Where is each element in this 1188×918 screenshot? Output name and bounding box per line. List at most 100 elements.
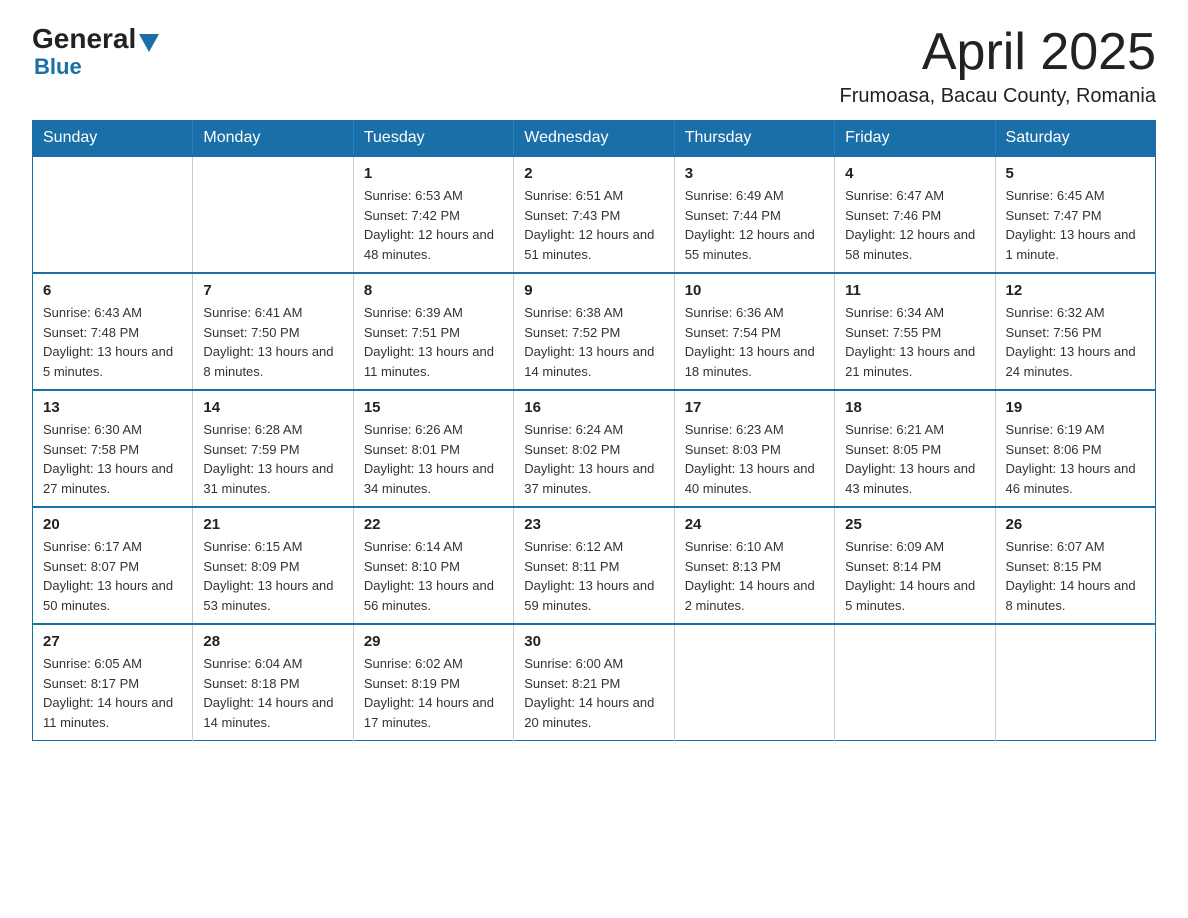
day-number: 12	[1006, 282, 1145, 299]
day-info: Sunrise: 6:41 AMSunset: 7:50 PMDaylight:…	[203, 303, 342, 381]
calendar-cell: 18 Sunrise: 6:21 AMSunset: 8:05 PMDayligh…	[835, 390, 995, 507]
day-info: Sunrise: 6:26 AMSunset: 8:01 PMDaylight:…	[364, 420, 503, 498]
calendar-cell	[674, 624, 834, 741]
calendar-cell: 1 Sunrise: 6:53 AMSunset: 7:42 PMDaylight…	[353, 156, 513, 273]
day-number: 2	[524, 165, 663, 182]
day-number: 22	[364, 516, 503, 533]
day-number: 8	[364, 282, 503, 299]
day-number: 29	[364, 633, 503, 650]
page-header: General Blue April 2025 Frumoasa, Bacau …	[32, 24, 1156, 108]
calendar-week-row: 1 Sunrise: 6:53 AMSunset: 7:42 PMDaylight…	[33, 156, 1156, 273]
day-info: Sunrise: 6:19 AMSunset: 8:06 PMDaylight:…	[1006, 420, 1145, 498]
calendar-header-monday: Monday	[193, 121, 353, 157]
day-info: Sunrise: 6:45 AMSunset: 7:47 PMDaylight:…	[1006, 186, 1145, 264]
day-info: Sunrise: 6:15 AMSunset: 8:09 PMDaylight:…	[203, 537, 342, 615]
day-number: 18	[845, 399, 984, 416]
day-info: Sunrise: 6:23 AMSunset: 8:03 PMDaylight:…	[685, 420, 824, 498]
calendar-cell: 2 Sunrise: 6:51 AMSunset: 7:43 PMDaylight…	[514, 156, 674, 273]
day-info: Sunrise: 6:47 AMSunset: 7:46 PMDaylight:…	[845, 186, 984, 264]
calendar-cell: 13 Sunrise: 6:30 AMSunset: 7:58 PMDayligh…	[33, 390, 193, 507]
day-info: Sunrise: 6:10 AMSunset: 8:13 PMDaylight:…	[685, 537, 824, 615]
day-info: Sunrise: 6:21 AMSunset: 8:05 PMDaylight:…	[845, 420, 984, 498]
calendar-cell: 10 Sunrise: 6:36 AMSunset: 7:54 PMDayligh…	[674, 273, 834, 390]
day-info: Sunrise: 6:49 AMSunset: 7:44 PMDaylight:…	[685, 186, 824, 264]
day-info: Sunrise: 6:04 AMSunset: 8:18 PMDaylight:…	[203, 654, 342, 732]
day-number: 5	[1006, 165, 1145, 182]
calendar-header-thursday: Thursday	[674, 121, 834, 157]
calendar-cell: 28 Sunrise: 6:04 AMSunset: 8:18 PMDayligh…	[193, 624, 353, 741]
day-info: Sunrise: 6:30 AMSunset: 7:58 PMDaylight:…	[43, 420, 182, 498]
day-info: Sunrise: 6:51 AMSunset: 7:43 PMDaylight:…	[524, 186, 663, 264]
calendar-cell: 21 Sunrise: 6:15 AMSunset: 8:09 PMDayligh…	[193, 507, 353, 624]
day-info: Sunrise: 6:36 AMSunset: 7:54 PMDaylight:…	[685, 303, 824, 381]
day-number: 9	[524, 282, 663, 299]
day-info: Sunrise: 6:38 AMSunset: 7:52 PMDaylight:…	[524, 303, 663, 381]
day-number: 28	[203, 633, 342, 650]
calendar-cell: 5 Sunrise: 6:45 AMSunset: 7:47 PMDaylight…	[995, 156, 1155, 273]
day-number: 23	[524, 516, 663, 533]
calendar-table: SundayMondayTuesdayWednesdayThursdayFrid…	[32, 120, 1156, 741]
day-info: Sunrise: 6:39 AMSunset: 7:51 PMDaylight:…	[364, 303, 503, 381]
day-number: 1	[364, 165, 503, 182]
day-number: 6	[43, 282, 182, 299]
day-number: 3	[685, 165, 824, 182]
location-subtitle: Frumoasa, Bacau County, Romania	[840, 85, 1156, 108]
day-info: Sunrise: 6:12 AMSunset: 8:11 PMDaylight:…	[524, 537, 663, 615]
calendar-header-row: SundayMondayTuesdayWednesdayThursdayFrid…	[33, 121, 1156, 157]
day-number: 15	[364, 399, 503, 416]
day-info: Sunrise: 6:53 AMSunset: 7:42 PMDaylight:…	[364, 186, 503, 264]
calendar-cell: 15 Sunrise: 6:26 AMSunset: 8:01 PMDayligh…	[353, 390, 513, 507]
calendar-header-wednesday: Wednesday	[514, 121, 674, 157]
calendar-header-saturday: Saturday	[995, 121, 1155, 157]
day-info: Sunrise: 6:24 AMSunset: 8:02 PMDaylight:…	[524, 420, 663, 498]
day-info: Sunrise: 6:07 AMSunset: 8:15 PMDaylight:…	[1006, 537, 1145, 615]
calendar-cell: 17 Sunrise: 6:23 AMSunset: 8:03 PMDayligh…	[674, 390, 834, 507]
calendar-cell: 29 Sunrise: 6:02 AMSunset: 8:19 PMDayligh…	[353, 624, 513, 741]
day-info: Sunrise: 6:05 AMSunset: 8:17 PMDaylight:…	[43, 654, 182, 732]
day-info: Sunrise: 6:32 AMSunset: 7:56 PMDaylight:…	[1006, 303, 1145, 381]
day-number: 14	[203, 399, 342, 416]
day-number: 7	[203, 282, 342, 299]
day-number: 26	[1006, 516, 1145, 533]
day-number: 13	[43, 399, 182, 416]
calendar-week-row: 6 Sunrise: 6:43 AMSunset: 7:48 PMDaylight…	[33, 273, 1156, 390]
day-number: 4	[845, 165, 984, 182]
calendar-cell: 4 Sunrise: 6:47 AMSunset: 7:46 PMDaylight…	[835, 156, 995, 273]
calendar-cell: 14 Sunrise: 6:28 AMSunset: 7:59 PMDayligh…	[193, 390, 353, 507]
calendar-cell: 30 Sunrise: 6:00 AMSunset: 8:21 PMDayligh…	[514, 624, 674, 741]
day-info: Sunrise: 6:14 AMSunset: 8:10 PMDaylight:…	[364, 537, 503, 615]
day-number: 21	[203, 516, 342, 533]
month-year-title: April 2025	[840, 24, 1156, 81]
logo-arrow-icon	[139, 34, 159, 52]
calendar-week-row: 27Sunrise: 6:05 AMSunset: 8:17 PMDayligh…	[33, 624, 1156, 741]
calendar-header-friday: Friday	[835, 121, 995, 157]
day-number: 19	[1006, 399, 1145, 416]
calendar-cell: 12 Sunrise: 6:32 AMSunset: 7:56 PMDayligh…	[995, 273, 1155, 390]
calendar-cell: 26 Sunrise: 6:07 AMSunset: 8:15 PMDayligh…	[995, 507, 1155, 624]
calendar-cell: 22 Sunrise: 6:14 AMSunset: 8:10 PMDayligh…	[353, 507, 513, 624]
day-number: 10	[685, 282, 824, 299]
calendar-header-tuesday: Tuesday	[353, 121, 513, 157]
calendar-cell	[835, 624, 995, 741]
calendar-week-row: 20Sunrise: 6:17 AMSunset: 8:07 PMDayligh…	[33, 507, 1156, 624]
day-info: Sunrise: 6:28 AMSunset: 7:59 PMDaylight:…	[203, 420, 342, 498]
logo: General Blue	[32, 24, 159, 79]
day-number: 24	[685, 516, 824, 533]
day-info: Sunrise: 6:09 AMSunset: 8:14 PMDaylight:…	[845, 537, 984, 615]
day-number: 17	[685, 399, 824, 416]
calendar-cell: 19 Sunrise: 6:19 AMSunset: 8:06 PMDayligh…	[995, 390, 1155, 507]
day-info: Sunrise: 6:34 AMSunset: 7:55 PMDaylight:…	[845, 303, 984, 381]
day-info: Sunrise: 6:43 AMSunset: 7:48 PMDaylight:…	[43, 303, 182, 381]
calendar-header-sunday: Sunday	[33, 121, 193, 157]
day-info: Sunrise: 6:02 AMSunset: 8:19 PMDaylight:…	[364, 654, 503, 732]
calendar-cell: 11Sunrise: 6:34 AMSunset: 7:55 PMDayligh…	[835, 273, 995, 390]
day-info: Sunrise: 6:00 AMSunset: 8:21 PMDaylight:…	[524, 654, 663, 732]
calendar-cell: 8 Sunrise: 6:39 AMSunset: 7:51 PMDaylight…	[353, 273, 513, 390]
calendar-week-row: 13 Sunrise: 6:30 AMSunset: 7:58 PMDayligh…	[33, 390, 1156, 507]
calendar-cell	[193, 156, 353, 273]
calendar-cell: 7 Sunrise: 6:41 AMSunset: 7:50 PMDaylight…	[193, 273, 353, 390]
calendar-cell: 16 Sunrise: 6:24 AMSunset: 8:02 PMDayligh…	[514, 390, 674, 507]
day-number: 30	[524, 633, 663, 650]
day-number: 16	[524, 399, 663, 416]
day-number: 25	[845, 516, 984, 533]
